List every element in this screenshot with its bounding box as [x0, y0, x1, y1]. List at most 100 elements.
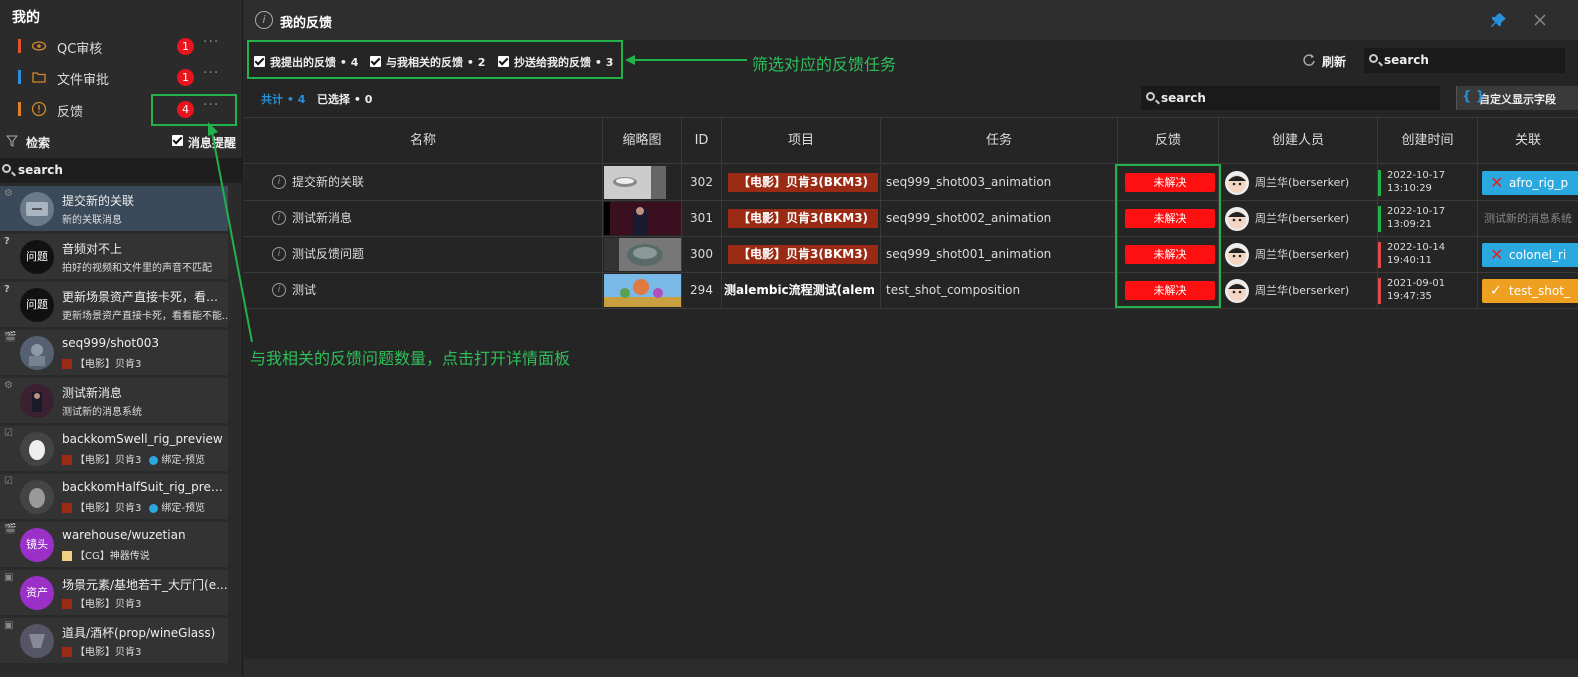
row-name: 测试 [292, 283, 317, 297]
info-icon: i [255, 11, 273, 29]
filter-label[interactable]: 检索 [26, 134, 50, 151]
project-tag-icon [62, 359, 72, 369]
list-item[interactable]: ▣ 道具/酒杯(prop/wineGlass) 【电影】贝肯3 [0, 618, 228, 663]
list-item[interactable]: 🎬 seq999/shot003 【电影】贝肯3 [0, 330, 228, 375]
filter-checkbox-cc[interactable] [498, 56, 509, 67]
column-header-thumb[interactable]: 缩略图 [603, 118, 682, 164]
column-header-creator[interactable]: 创建人员 [1219, 118, 1378, 164]
refresh-button[interactable]: 刷新 [1322, 53, 1346, 70]
list-item[interactable]: ▣ 资产 场景元素/基地若干_大厅门(e... 【电影】贝肯3 [0, 570, 228, 615]
thumbnail[interactable] [603, 237, 682, 272]
table-row[interactable]: i 测试反馈问题 300 【电影】贝肯3(BKM3) seq999_shot001… [244, 237, 1578, 273]
cell-creator: 周兰华(berserker) [1219, 273, 1378, 308]
remind-checkbox[interactable] [172, 135, 183, 146]
item-subtitle: 【电影】贝肯3 绑定-预览 [62, 451, 228, 466]
filter-label-related[interactable]: 与我相关的反馈 • 2 [386, 54, 485, 70]
project-tag[interactable]: 【电影】贝肯3(BKM3) [728, 245, 878, 264]
list-item[interactable]: ☑ backkomSwell_rig_preview 【电影】贝肯3 绑定-预览 [0, 426, 228, 471]
cell-relation: ✕ colonel_ri [1478, 237, 1578, 272]
list-item[interactable]: ⚙ 测试新消息 测试新的消息系统 [0, 378, 228, 423]
custom-fields-button[interactable]: { } 自定义显示字段 [1456, 86, 1578, 110]
search-placeholder: search [18, 163, 63, 177]
project-tag-icon [62, 551, 72, 561]
list-item[interactable]: ⚙ 提交新的关联 新的关联消息 [0, 186, 228, 231]
row-name: 测试反馈问题 [292, 247, 365, 261]
project-tag[interactable]: 测alembic流程测试(alembic [724, 273, 874, 308]
cell-id: 300 [682, 237, 722, 272]
list-item[interactable]: ? 问题 音频对不上 拍好的视频和文件里的声音不匹配 [0, 234, 228, 279]
item-subtitle: 【电影】贝肯3 [62, 355, 228, 370]
cell-task[interactable]: seq999_shot002_animation [881, 201, 1118, 236]
cell-thumbnail [603, 237, 682, 272]
list-item[interactable]: ? 问题 更新场景资产直接卡死，看看... 更新场景资产直接卡死，看看能不能..… [0, 282, 228, 327]
cell-task[interactable]: test_shot_composition [881, 273, 1118, 308]
relation-tag[interactable]: ✕ afro_rig_p [1482, 171, 1578, 195]
project-label: 【电影】贝肯3 [75, 455, 142, 466]
item-title: 测试新消息 [62, 386, 123, 400]
column-header-id[interactable]: ID [682, 118, 722, 164]
item-subtitle: 【电影】贝肯3 [62, 643, 228, 658]
thumbnail[interactable] [603, 201, 682, 236]
count-badge[interactable]: 1 [177, 69, 194, 86]
filter-checkbox-mine[interactable] [254, 56, 265, 67]
list-item[interactable]: ☑ backkomHalfSuit_rig_preview 【电影】贝肯3 绑定-… [0, 474, 228, 519]
time-bar [1378, 242, 1381, 268]
created-time: 2022-10-14 19:40:11 [1378, 241, 1477, 269]
row-name: 提交新的关联 [292, 175, 365, 189]
table-row[interactable]: i 测试新消息 301 【电影】贝肯3(BKM3) seq999_shot002_… [244, 201, 1578, 237]
refresh-icon[interactable] [1302, 53, 1316, 67]
filter-checkbox-related[interactable] [370, 56, 381, 67]
created-time: 2021-09-01 19:47:35 [1378, 277, 1477, 305]
filter-icon[interactable] [6, 135, 18, 147]
list-item[interactable]: 🎬 镜头 warehouse/wuzetian 【CG】神器传说 [0, 522, 228, 567]
close-icon[interactable] [1532, 12, 1548, 28]
relation-tag[interactable]: ✕ colonel_ri [1482, 243, 1578, 267]
column-header-relation[interactable]: 关联 [1478, 118, 1578, 164]
more-icon[interactable]: ··· [203, 65, 219, 81]
relation-label: test_shot_ [1509, 284, 1570, 298]
column-header-task[interactable]: 任务 [881, 118, 1118, 164]
table-row[interactable]: i 提交新的关联 302 【电影】贝肯3(BKM3) seq999_shot003… [244, 165, 1578, 201]
task-label: 绑定-预览 [161, 503, 205, 514]
cell-task[interactable]: seq999_shot001_animation [881, 237, 1118, 272]
table-search-input[interactable]: search [1141, 86, 1440, 110]
time-bar [1378, 170, 1381, 196]
avatar [20, 432, 54, 466]
cell-created: 2021-09-01 19:47:35 [1378, 273, 1478, 308]
relation-tag[interactable]: ✓ test_shot_ [1482, 279, 1578, 303]
column-header-name[interactable]: 名称 [244, 118, 603, 164]
project-tag[interactable]: 【电影】贝肯3(BKM3) [728, 173, 878, 192]
alert-icon [31, 101, 47, 117]
thumbnail[interactable] [603, 273, 682, 308]
item-title: backkomHalfSuit_rig_preview [62, 480, 228, 494]
filter-label-cc[interactable]: 抄送给我的反馈 • 3 [514, 54, 613, 70]
question-icon: ? [4, 236, 10, 247]
created-clock: 13:09:21 [1387, 219, 1432, 230]
info-icon: i [272, 211, 286, 225]
filter-label-mine[interactable]: 我提出的反馈 • 4 [270, 54, 358, 70]
custom-fields-label: 自定义显示字段 [1479, 93, 1556, 106]
asset-icon: ▣ [4, 572, 14, 583]
annotation-arrow [625, 55, 747, 65]
item-subtitle: 【CG】神器传说 [62, 547, 228, 562]
pin-icon[interactable] [1490, 11, 1508, 29]
search-input[interactable]: search [1364, 48, 1565, 73]
checkbox-icon: ☑ [4, 428, 13, 439]
avatar [20, 480, 54, 514]
time-bar [1378, 206, 1381, 232]
more-icon[interactable]: ··· [203, 34, 219, 50]
search-icon [1146, 92, 1155, 101]
cell-task[interactable]: seq999_shot003_animation [881, 165, 1118, 200]
project-tag[interactable]: 【电影】贝肯3(BKM3) [728, 209, 878, 228]
horizontal-scrollbar[interactable] [244, 659, 1578, 677]
sidebar-item-file-approval[interactable]: 文件审批 1 ··· [0, 62, 242, 92]
table-row[interactable]: i 测试 294 测alembic流程测试(alembic test_shot_c… [244, 273, 1578, 309]
sidebar-item-qc[interactable]: QC审核 1 ··· [0, 31, 242, 61]
filter-group: 我提出的反馈 • 4 与我相关的反馈 • 2 抄送给我的反馈 • 3 [247, 40, 623, 79]
count-badge[interactable]: 1 [177, 38, 194, 55]
column-header-feedback[interactable]: 反馈 [1118, 118, 1219, 164]
column-header-project[interactable]: 项目 [722, 118, 881, 164]
thumbnail[interactable] [603, 165, 682, 200]
created-clock: 19:40:11 [1387, 255, 1432, 266]
column-header-created[interactable]: 创建时间 [1378, 118, 1478, 164]
